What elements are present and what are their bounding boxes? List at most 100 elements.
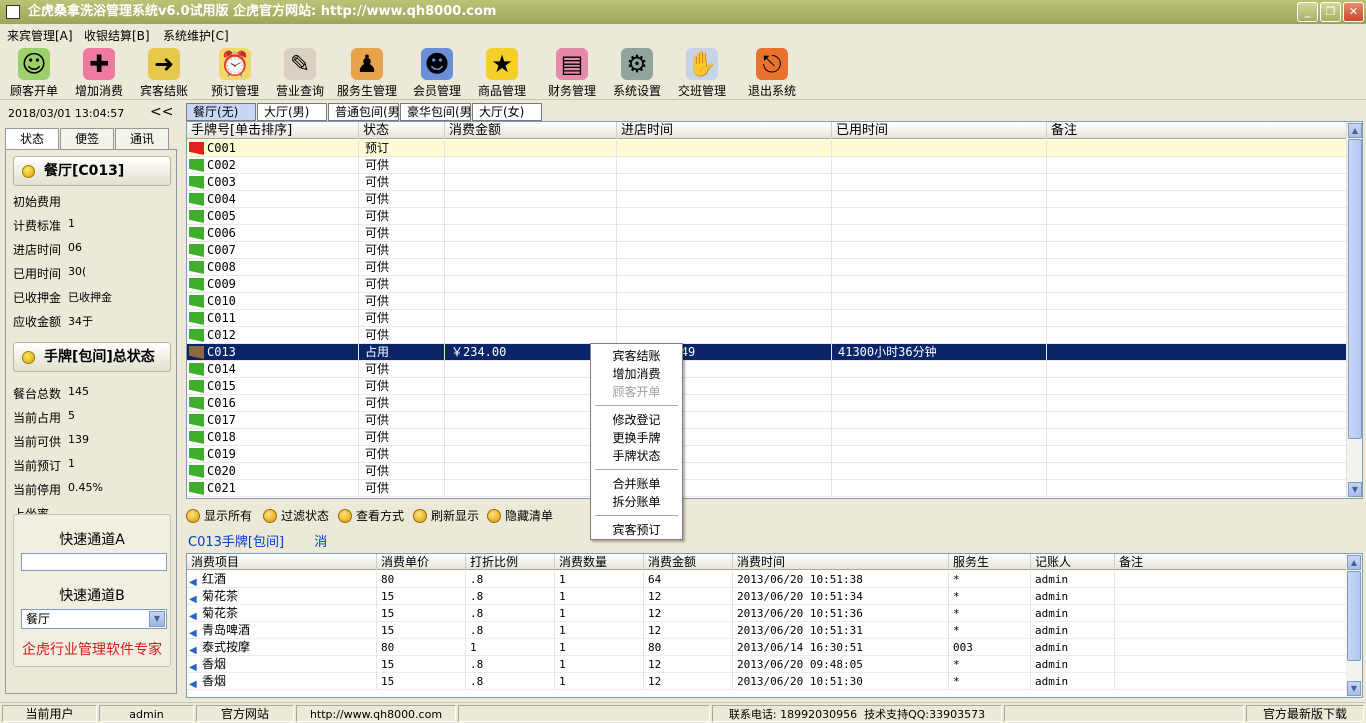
tab-contacts[interactable]: 通讯 [115, 128, 169, 150]
consumption-col-header[interactable]: 打折比例 [466, 554, 555, 570]
toolbar-button-9[interactable]: ⚙ 系统设置 [605, 46, 669, 98]
room-row[interactable]: C008 可供 [187, 259, 1347, 276]
status-download-link[interactable]: 官方最新版下载 [1246, 705, 1364, 722]
action-button-0[interactable]: 显示所有 [186, 507, 252, 525]
room-grid-scrollbar[interactable]: ▲ ▼ [1346, 122, 1362, 498]
consumption-cell: ◀ 红酒 [187, 571, 377, 588]
room-row[interactable]: C021 可供 [187, 480, 1347, 497]
menu-cashier[interactable]: 收银结算[B] [84, 27, 150, 44]
toolbar-button-2[interactable]: ➜ 宾客结账 [132, 46, 196, 98]
menu-system[interactable]: 系统维护[C] [163, 27, 229, 44]
room-row[interactable]: C005 可供 [187, 208, 1347, 225]
room-row[interactable]: C012 可供 [187, 327, 1347, 344]
context-menu-item[interactable]: 手牌状态 [591, 447, 682, 465]
room-row[interactable]: C016 可供 [187, 395, 1347, 412]
toolbar-button-1[interactable]: ✚ 增加消费 [67, 46, 131, 98]
room-grid-col-header[interactable]: 已用时间 [832, 122, 1047, 139]
scroll-down-icon[interactable]: ▼ [1348, 482, 1362, 497]
room-grid-col-header[interactable]: 消费金额 [445, 122, 617, 139]
consumption-row[interactable]: ◀ 香烟 15.8 1 12 2013/06/20 09:48:05 * admin [187, 656, 1347, 673]
status-site-link[interactable]: http://www.qh8000.com [296, 705, 456, 722]
consumption-col-header[interactable]: 消费项目 [187, 554, 377, 570]
room-row[interactable]: C011 可供 [187, 310, 1347, 327]
room-tab-0[interactable]: 餐厅(无) [186, 103, 256, 121]
room-tab-4[interactable]: 大厅(女) [472, 103, 542, 121]
toolbar-button-6[interactable]: ☻ 会员管理 [405, 46, 469, 98]
toolbar-button-0[interactable]: ☺ 顾客开单 [2, 46, 66, 98]
room-row[interactable]: C007 可供 [187, 242, 1347, 259]
consumption-row[interactable]: ◀ 红酒 80.8 1 64 2013/06/20 10:51:38 * admin [187, 571, 1347, 588]
consumption-col-header[interactable]: 消费时间 [733, 554, 949, 570]
toolbar-button-3[interactable]: ⏰ 预订管理 [203, 46, 267, 98]
minimize-button[interactable]: _ [1297, 2, 1318, 22]
maximize-button[interactable]: ❐ [1320, 2, 1341, 22]
room-row[interactable]: C003 可供 [187, 174, 1347, 191]
toolbar-button-11[interactable]: ⎋ 退出系统 [740, 46, 804, 98]
room-row[interactable]: C009 可供 [187, 276, 1347, 293]
action-button-3[interactable]: 刷新显示 [413, 507, 479, 525]
scroll-up-icon[interactable]: ▲ [1347, 555, 1361, 570]
chevron-down-icon[interactable]: ▼ [149, 611, 165, 627]
room-row[interactable]: C014 可供 [187, 361, 1347, 378]
tab-notes[interactable]: 便签 [60, 128, 114, 150]
tab-status[interactable]: 状态 [5, 128, 59, 150]
toolbar-button-10[interactable]: ✋ 交班管理 [670, 46, 734, 98]
total-status-header: 手牌[包间]总状态 [13, 342, 171, 372]
room-grid-col-header[interactable]: 手牌号[单击排序] [187, 122, 359, 139]
quick-channel-b-select[interactable]: 餐厅 ▼ [21, 609, 167, 629]
menu-guest-management[interactable]: 来宾管理[A] [7, 27, 73, 44]
room-row[interactable]: C006 可供 [187, 225, 1347, 242]
close-button[interactable]: ✕ [1343, 2, 1364, 22]
consumption-col-header[interactable]: 服务生 [949, 554, 1031, 570]
consumption-col-header[interactable]: 备注 [1115, 554, 1347, 570]
room-grid-col-header[interactable]: 进店时间 [617, 122, 832, 139]
room-tab-3[interactable]: 豪华包间(男 [400, 103, 471, 121]
scroll-thumb[interactable] [1348, 139, 1362, 439]
scroll-up-icon[interactable]: ▲ [1348, 123, 1362, 138]
consumption-row[interactable]: ◀ 菊花茶 15.8 1 12 2013/06/20 10:51:36 * admin [187, 605, 1347, 622]
room-row[interactable]: C010 可供 [187, 293, 1347, 310]
consumption-row[interactable]: ◀ 香烟 15.8 1 12 2013/06/20 10:51:30 * admin [187, 673, 1347, 690]
collapse-panel-button[interactable]: << [150, 104, 173, 120]
context-menu-item[interactable]: 宾客结账 [591, 347, 682, 365]
consumption-grid-scrollbar[interactable]: ▲ ▼ [1346, 554, 1362, 697]
room-grid-col-header[interactable]: 备注 [1047, 122, 1347, 139]
room-row[interactable]: C002 可供 [187, 157, 1347, 174]
action-button-1[interactable]: 过滤状态 [263, 507, 329, 525]
room-grid-col-header[interactable]: 状态 [359, 122, 445, 139]
toolbar-button-8[interactable]: ▤ 财务管理 [540, 46, 604, 98]
room-row[interactable]: C018 可供 [187, 429, 1347, 446]
toolbar-button-7[interactable]: ★ 商品管理 [470, 46, 534, 98]
consumption-col-header[interactable]: 记账人 [1031, 554, 1115, 570]
room-tab-1[interactable]: 大厅(男) [257, 103, 327, 121]
consumption-row[interactable]: ◀ 菊花茶 15.8 1 12 2013/06/20 10:51:34 * admin [187, 588, 1347, 605]
context-menu-item[interactable]: 更换手牌 [591, 429, 682, 447]
room-row[interactable]: C015 可供 [187, 378, 1347, 395]
action-button-2[interactable]: 查看方式 [338, 507, 404, 525]
consumption-col-header[interactable]: 消费数量 [555, 554, 644, 570]
scroll-down-icon[interactable]: ▼ [1347, 681, 1361, 696]
room-row[interactable]: C004 可供 [187, 191, 1347, 208]
room-tab-2[interactable]: 普通包间(男 [328, 103, 399, 121]
quick-channel-a-input[interactable] [21, 553, 167, 571]
context-menu-item[interactable]: 增加消费 [591, 365, 682, 383]
context-menu-item[interactable]: 拆分账单 [591, 493, 682, 511]
toolbar-button-4[interactable]: ✎ 营业查询 [268, 46, 332, 98]
action-button-4[interactable]: 隐藏清单 [487, 507, 553, 525]
scroll-thumb[interactable] [1347, 571, 1361, 661]
toolbar-button-5[interactable]: ♟ 服务生管理 [335, 46, 399, 98]
room-row[interactable]: C019 可供 [187, 446, 1347, 463]
room-cell-status: 可供 [359, 191, 445, 208]
consumption-row[interactable]: ◀ 泰式按摩 80 1 1 80 2013/06/14 16:30:51 003 admin [187, 639, 1347, 656]
consumption-col-header[interactable]: 消费金额 [644, 554, 733, 570]
room-row[interactable]: C017 可供 [187, 412, 1347, 429]
consumption-col-header[interactable]: 消费单价 [377, 554, 466, 570]
room-row[interactable]: C001 预订 [187, 140, 1347, 157]
consumption-row[interactable]: ◀ 青岛啤酒 15.8 1 12 2013/06/20 10:51:31 * admin [187, 622, 1347, 639]
context-menu-item[interactable]: 修改登记 [591, 411, 682, 429]
context-menu-item[interactable]: 宾客预订 [591, 521, 682, 539]
room-row[interactable]: C013占用￥234.004 16:28:4941300小时36分钟 [187, 344, 1347, 361]
room-row[interactable]: C020 可供 [187, 463, 1347, 480]
quick-channel-b-label: 快速通道B [59, 588, 125, 604]
context-menu-item[interactable]: 合并账单 [591, 475, 682, 493]
